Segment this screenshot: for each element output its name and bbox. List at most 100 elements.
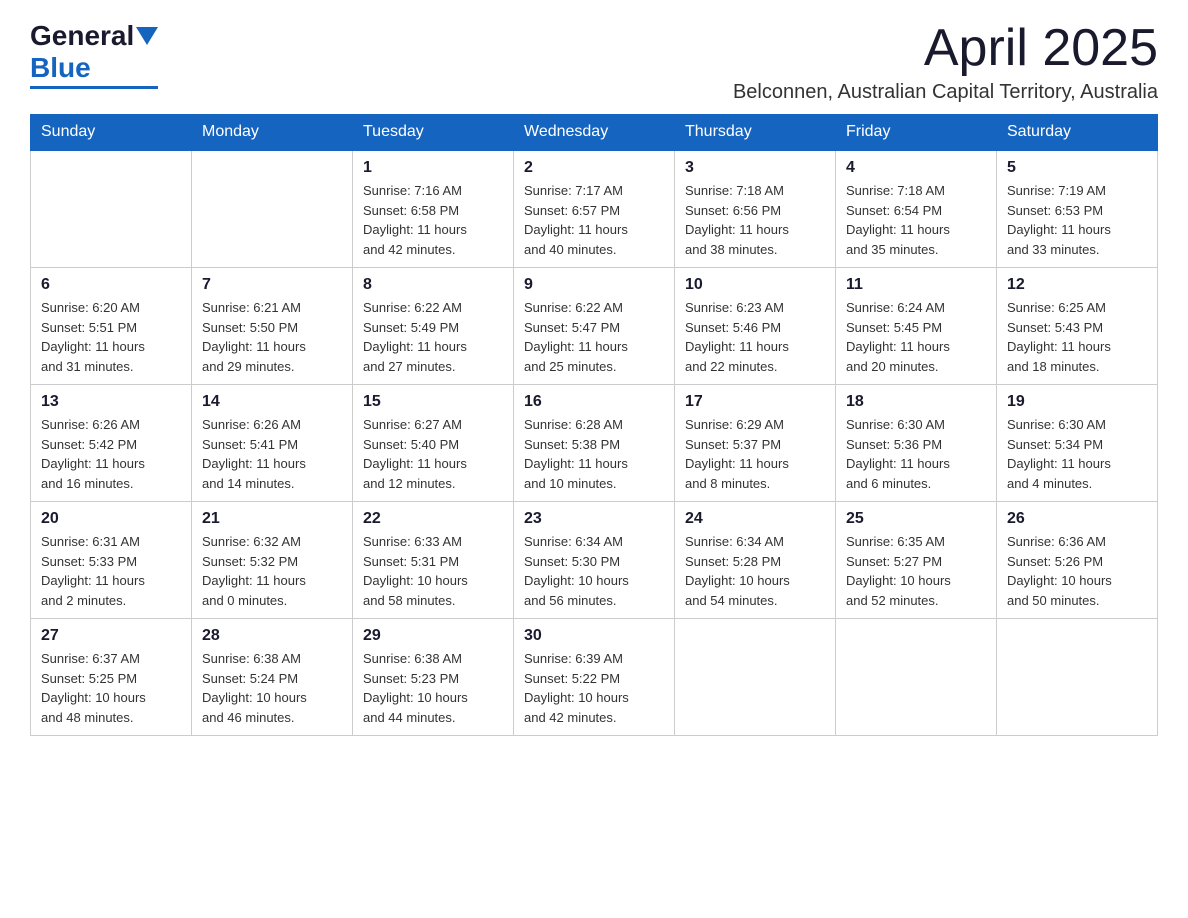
- day-number: 15: [363, 393, 503, 411]
- calendar-cell: 9 Sunrise: 6:22 AM Sunset: 5:47 PM Daylig…: [514, 268, 675, 385]
- day-info: Sunrise: 7:17 AM Sunset: 6:57 PM Dayligh…: [524, 181, 664, 259]
- calendar-week-row: 13 Sunrise: 6:26 AM Sunset: 5:42 PM Dayli…: [31, 385, 1158, 502]
- calendar-cell: 13 Sunrise: 6:26 AM Sunset: 5:42 PM Dayli…: [31, 385, 192, 502]
- day-info: Sunrise: 6:20 AM Sunset: 5:51 PM Dayligh…: [41, 298, 181, 376]
- logo-blue-text: Blue: [30, 52, 91, 84]
- calendar-cell: 23 Sunrise: 6:34 AM Sunset: 5:30 PM Dayli…: [514, 502, 675, 619]
- day-info: Sunrise: 7:16 AM Sunset: 6:58 PM Dayligh…: [363, 181, 503, 259]
- calendar-cell: [31, 150, 192, 268]
- day-number: 9: [524, 276, 664, 294]
- day-number: 29: [363, 627, 503, 645]
- day-info: Sunrise: 6:22 AM Sunset: 5:49 PM Dayligh…: [363, 298, 503, 376]
- calendar-cell: 29 Sunrise: 6:38 AM Sunset: 5:23 PM Dayli…: [353, 619, 514, 736]
- calendar-week-row: 27Sunrise: 6:37 AM Sunset: 5:25 PM Dayli…: [31, 619, 1158, 736]
- calendar-cell: 24 Sunrise: 6:34 AM Sunset: 5:28 PM Dayli…: [675, 502, 836, 619]
- day-info: Sunrise: 6:29 AM Sunset: 5:37 PM Dayligh…: [685, 415, 825, 493]
- calendar-cell: 16 Sunrise: 6:28 AM Sunset: 5:38 PM Dayli…: [514, 385, 675, 502]
- day-number: 12: [1007, 276, 1147, 294]
- day-number: 3: [685, 159, 825, 177]
- weekday-header-monday: Monday: [192, 115, 353, 151]
- calendar-cell: 12 Sunrise: 6:25 AM Sunset: 5:43 PM Dayli…: [997, 268, 1158, 385]
- calendar-cell: 3 Sunrise: 7:18 AM Sunset: 6:56 PM Daylig…: [675, 150, 836, 268]
- calendar-cell: 22 Sunrise: 6:33 AM Sunset: 5:31 PM Dayli…: [353, 502, 514, 619]
- day-info: Sunrise: 6:25 AM Sunset: 5:43 PM Dayligh…: [1007, 298, 1147, 376]
- calendar-cell: 17 Sunrise: 6:29 AM Sunset: 5:37 PM Dayli…: [675, 385, 836, 502]
- day-number: 16: [524, 393, 664, 411]
- calendar-cell: 8 Sunrise: 6:22 AM Sunset: 5:49 PM Daylig…: [353, 268, 514, 385]
- weekday-header-sunday: Sunday: [31, 115, 192, 151]
- day-number: 11: [846, 276, 986, 294]
- day-number: 22: [363, 510, 503, 528]
- day-info: Sunrise: 6:31 AM Sunset: 5:33 PM Dayligh…: [41, 532, 181, 610]
- day-info: Sunrise: 6:28 AM Sunset: 5:38 PM Dayligh…: [524, 415, 664, 493]
- day-number: 18: [846, 393, 986, 411]
- day-info: Sunrise: 7:19 AM Sunset: 6:53 PM Dayligh…: [1007, 181, 1147, 259]
- day-info: Sunrise: 6:34 AM Sunset: 5:28 PM Dayligh…: [685, 532, 825, 610]
- calendar-cell: [997, 619, 1158, 736]
- logo-general-text: General: [30, 20, 134, 52]
- calendar-cell: 18 Sunrise: 6:30 AM Sunset: 5:36 PM Dayli…: [836, 385, 997, 502]
- calendar-cell: [192, 150, 353, 268]
- calendar-week-row: 1 Sunrise: 7:16 AM Sunset: 6:58 PM Daylig…: [31, 150, 1158, 268]
- day-info: Sunrise: 6:34 AM Sunset: 5:30 PM Dayligh…: [524, 532, 664, 610]
- calendar-cell: 15 Sunrise: 6:27 AM Sunset: 5:40 PM Dayli…: [353, 385, 514, 502]
- calendar-week-row: 20 Sunrise: 6:31 AM Sunset: 5:33 PM Dayli…: [31, 502, 1158, 619]
- calendar-cell: 25Sunrise: 6:35 AM Sunset: 5:27 PM Dayli…: [836, 502, 997, 619]
- day-info: Sunrise: 6:35 AM Sunset: 5:27 PM Dayligh…: [846, 532, 986, 610]
- day-info: Sunrise: 6:26 AM Sunset: 5:42 PM Dayligh…: [41, 415, 181, 493]
- calendar-cell: 1 Sunrise: 7:16 AM Sunset: 6:58 PM Daylig…: [353, 150, 514, 268]
- day-number: 26: [1007, 510, 1147, 528]
- day-number: 7: [202, 276, 342, 294]
- day-info: Sunrise: 6:27 AM Sunset: 5:40 PM Dayligh…: [363, 415, 503, 493]
- day-info: Sunrise: 6:38 AM Sunset: 5:23 PM Dayligh…: [363, 649, 503, 727]
- day-number: 10: [685, 276, 825, 294]
- day-number: 28: [202, 627, 342, 645]
- weekday-header-friday: Friday: [836, 115, 997, 151]
- title-section: April 2025 Belconnen, Australian Capital…: [733, 20, 1158, 104]
- day-number: 6: [41, 276, 181, 294]
- calendar-cell: 10 Sunrise: 6:23 AM Sunset: 5:46 PM Dayli…: [675, 268, 836, 385]
- logo-underline: [30, 86, 158, 89]
- day-number: 13: [41, 393, 181, 411]
- day-info: Sunrise: 6:26 AM Sunset: 5:41 PM Dayligh…: [202, 415, 342, 493]
- day-number: 2: [524, 159, 664, 177]
- day-number: 5: [1007, 159, 1147, 177]
- page-header: General Blue April 2025 Belconnen, Austr…: [30, 20, 1158, 104]
- day-number: 1: [363, 159, 503, 177]
- calendar-cell: 5 Sunrise: 7:19 AM Sunset: 6:53 PM Daylig…: [997, 150, 1158, 268]
- day-number: 19: [1007, 393, 1147, 411]
- weekday-header-row: SundayMondayTuesdayWednesdayThursdayFrid…: [31, 115, 1158, 151]
- day-info: Sunrise: 6:22 AM Sunset: 5:47 PM Dayligh…: [524, 298, 664, 376]
- day-info: Sunrise: 7:18 AM Sunset: 6:54 PM Dayligh…: [846, 181, 986, 259]
- day-number: 21: [202, 510, 342, 528]
- day-info: Sunrise: 6:30 AM Sunset: 5:34 PM Dayligh…: [1007, 415, 1147, 493]
- day-info: Sunrise: 7:18 AM Sunset: 6:56 PM Dayligh…: [685, 181, 825, 259]
- day-info: Sunrise: 6:39 AM Sunset: 5:22 PM Dayligh…: [524, 649, 664, 727]
- day-number: 4: [846, 159, 986, 177]
- day-number: 30: [524, 627, 664, 645]
- day-info: Sunrise: 6:33 AM Sunset: 5:31 PM Dayligh…: [363, 532, 503, 610]
- day-number: 17: [685, 393, 825, 411]
- month-year-title: April 2025: [733, 20, 1158, 77]
- day-number: 23: [524, 510, 664, 528]
- calendar-cell: 27Sunrise: 6:37 AM Sunset: 5:25 PM Dayli…: [31, 619, 192, 736]
- weekday-header-saturday: Saturday: [997, 115, 1158, 151]
- day-number: 20: [41, 510, 181, 528]
- weekday-header-wednesday: Wednesday: [514, 115, 675, 151]
- calendar-cell: 4 Sunrise: 7:18 AM Sunset: 6:54 PM Daylig…: [836, 150, 997, 268]
- day-info: Sunrise: 6:30 AM Sunset: 5:36 PM Dayligh…: [846, 415, 986, 493]
- calendar-cell: 2 Sunrise: 7:17 AM Sunset: 6:57 PM Daylig…: [514, 150, 675, 268]
- calendar-table: SundayMondayTuesdayWednesdayThursdayFrid…: [30, 114, 1158, 736]
- calendar-cell: 19 Sunrise: 6:30 AM Sunset: 5:34 PM Dayli…: [997, 385, 1158, 502]
- day-number: 24: [685, 510, 825, 528]
- calendar-cell: 20 Sunrise: 6:31 AM Sunset: 5:33 PM Dayli…: [31, 502, 192, 619]
- day-info: Sunrise: 6:24 AM Sunset: 5:45 PM Dayligh…: [846, 298, 986, 376]
- day-number: 14: [202, 393, 342, 411]
- day-info: Sunrise: 6:36 AM Sunset: 5:26 PM Dayligh…: [1007, 532, 1147, 610]
- weekday-header-tuesday: Tuesday: [353, 115, 514, 151]
- day-info: Sunrise: 6:32 AM Sunset: 5:32 PM Dayligh…: [202, 532, 342, 610]
- calendar-cell: [836, 619, 997, 736]
- logo-triangle-icon: [136, 27, 158, 49]
- day-info: Sunrise: 6:23 AM Sunset: 5:46 PM Dayligh…: [685, 298, 825, 376]
- day-number: 8: [363, 276, 503, 294]
